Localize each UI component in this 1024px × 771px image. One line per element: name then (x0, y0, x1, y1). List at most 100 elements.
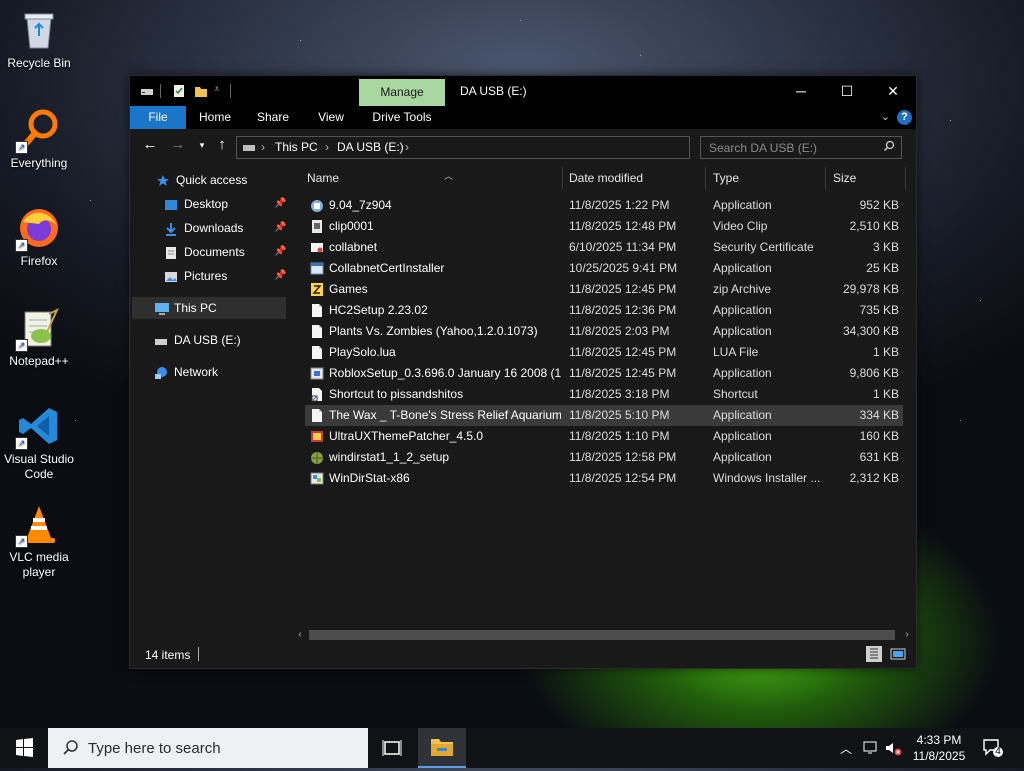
nav-pictures[interactable]: Pictures 📌 (164, 265, 290, 287)
file-row[interactable]: RobloxSetup_0.3.696.0 January 16 2008 (1… (305, 363, 903, 384)
file-name: The Wax _ T-Bone's Stress Relief Aquariu… (329, 408, 561, 422)
taskbar-search-placeholder: Type here to search (88, 740, 221, 757)
breadcrumb-chevron-icon: › (405, 140, 409, 154)
column-header-date[interactable]: Date modified (569, 163, 701, 193)
tab-manage[interactable]: Manage (359, 79, 445, 106)
desktop-icon-everything[interactable]: ↗ Everything (0, 108, 78, 171)
blank-file-icon (310, 345, 324, 360)
taskbar-search-box[interactable]: Type here to search (48, 728, 368, 768)
file-row[interactable]: Games 11/8/2025 12:45 PM zip Archive 29,978… (305, 279, 903, 300)
breadcrumb-drive[interactable]: DA USB (E:) (337, 140, 404, 154)
document-icon (164, 245, 178, 259)
desktop-icon-vlc[interactable]: ↗ VLC media player (0, 502, 78, 580)
close-button[interactable]: ✕ (870, 76, 916, 106)
desktop-icon-label: Visual Studio Code (4, 452, 74, 481)
title-bar[interactable]: ⩡ Manage DA USB (E:) ─ ☐ ✕ (130, 76, 916, 106)
volume-muted-icon[interactable] (884, 739, 902, 760)
maximize-button[interactable]: ☐ (824, 76, 870, 106)
file-size: 160 KB (859, 429, 899, 443)
shortcut-arrow-icon: ↗ (15, 437, 28, 450)
file-name: clip0001 (329, 219, 374, 233)
properties-icon[interactable] (172, 84, 186, 98)
file-row[interactable]: Plants Vs. Zombies (Yahoo,1.2.0.1073) 11/… (305, 321, 903, 342)
horizontal-scrollbar[interactable]: ‹ › (291, 628, 916, 642)
file-date: 11/8/2025 2:03 PM (569, 324, 670, 338)
file-size: 2,510 KB (849, 219, 899, 233)
column-divider[interactable] (562, 167, 563, 189)
system-clock[interactable]: 4:33 PM 11/8/2025 (905, 732, 973, 764)
tab-drive-tools[interactable]: Drive Tools (362, 106, 442, 129)
column-header-type[interactable]: Type (713, 163, 823, 193)
window-title: DA USB (E:) (460, 84, 527, 98)
new-folder-icon[interactable] (194, 84, 208, 98)
tab-share[interactable]: Share (250, 106, 296, 129)
nav-label: Downloads (184, 221, 244, 235)
large-icons-view-icon[interactable] (890, 646, 906, 662)
file-row[interactable]: collabnet 6/10/2025 11:34 PM Security Cert… (305, 237, 903, 258)
taskbar-file-explorer[interactable] (418, 728, 466, 768)
column-divider[interactable] (825, 167, 826, 189)
scroll-left-arrow-icon[interactable]: ‹ (293, 628, 307, 642)
tab-home[interactable]: Home (192, 106, 238, 129)
desktop-icon-label: VLC media player (9, 550, 69, 579)
forward-arrow-icon[interactable]: → (170, 137, 186, 153)
scrollbar-thumb[interactable] (309, 630, 895, 640)
show-hidden-icons-chevron-icon[interactable]: ︿ (840, 740, 852, 757)
task-view-button[interactable] (368, 728, 416, 768)
file-row[interactable]: Shortcut to pissandshitos 11/8/2025 3:18 … (305, 384, 903, 405)
up-arrow-icon[interactable]: ↑ (214, 137, 230, 153)
network-status-icon[interactable] (862, 739, 880, 760)
breadcrumb-chevron-icon: › (261, 140, 265, 154)
file-row[interactable]: windirstat1_1_2_setup 11/8/2025 12:58 PM A… (305, 447, 903, 468)
back-arrow-icon[interactable]: ← (142, 137, 158, 153)
recent-locations-chevron-icon[interactable]: ▾ (194, 137, 210, 153)
file-type: Application (713, 450, 772, 464)
desktop-icon-recycle-bin[interactable]: Recycle Bin (0, 8, 78, 71)
breadcrumb-this-pc[interactable]: This PC (275, 140, 318, 154)
file-row[interactable]: HC2Setup 2.23.02 11/8/2025 12:36 PM Applic… (305, 300, 903, 321)
file-row[interactable]: WinDirStat-x86 11/8/2025 12:54 PM Windows … (305, 468, 903, 489)
file-type: Video Clip (713, 219, 768, 233)
notepadpp-icon: ↗ (15, 306, 61, 352)
file-row[interactable]: The Wax _ T-Bone's Stress Relief Aquariu… (305, 405, 903, 426)
nav-documents[interactable]: Documents 📌 (164, 241, 290, 263)
file-size: 334 KB (859, 408, 899, 422)
column-divider[interactable] (705, 167, 706, 189)
pin-icon[interactable]: 📌 (274, 193, 286, 215)
column-header-name[interactable]: Name ︿ (307, 163, 562, 193)
file-row[interactable]: UltraUXThemePatcher_4.5.0 11/8/2025 1:10 … (305, 426, 903, 447)
certificate-icon (310, 240, 324, 255)
file-name: CollabnetCertInstaller (329, 261, 445, 275)
file-row[interactable]: clip0001 11/8/2025 12:48 PM Video Clip 2,51… (305, 216, 903, 237)
clock-time: 4:33 PM (916, 733, 962, 747)
pin-icon[interactable]: 📌 (274, 217, 286, 239)
file-name: collabnet (329, 240, 378, 254)
column-divider[interactable] (905, 167, 906, 189)
expand-ribbon-chevron-icon[interactable]: ⌄ (881, 110, 890, 123)
nav-desktop[interactable]: Desktop 📌 (164, 193, 290, 215)
search-box[interactable]: Search DA USB (E:) (700, 136, 902, 159)
start-button[interactable] (0, 728, 48, 768)
desktop-icon-firefox[interactable]: ↗ Firefox (0, 206, 78, 269)
search-icon (62, 739, 80, 760)
taskbar: Type here to search ︿ 4:33 PM 11/8/2025 … (0, 728, 1024, 768)
details-view-icon[interactable] (866, 646, 882, 662)
column-header-size[interactable]: Size (833, 163, 903, 193)
tab-file[interactable]: File (130, 106, 186, 129)
minimize-button[interactable]: ─ (778, 76, 824, 106)
customize-quick-access-icon[interactable]: ⩡ (214, 84, 220, 98)
pin-icon[interactable]: 📌 (274, 241, 286, 263)
desktop-icon-notepadpp[interactable]: ↗ Notepad++ (0, 306, 78, 369)
pin-icon[interactable]: 📌 (274, 265, 286, 287)
help-icon[interactable]: ? (897, 110, 912, 125)
scroll-right-arrow-icon[interactable]: › (900, 628, 914, 642)
notification-center-icon[interactable]: 4 (982, 738, 1004, 761)
file-type: Application (713, 408, 772, 422)
tab-view[interactable]: View (308, 106, 354, 129)
desktop-icon-vscode[interactable]: ↗ Visual Studio Code (0, 404, 78, 482)
file-row[interactable]: CollabnetCertInstaller 10/25/2025 9:41 PM… (305, 258, 903, 279)
nav-downloads[interactable]: Downloads 📌 (164, 217, 290, 239)
file-row[interactable]: 9.04_7z904 11/8/2025 1:22 PM Application 95… (305, 195, 903, 216)
address-bar[interactable]: › This PC › DA USB (E:) › ⌄ ↻ (236, 136, 792, 159)
file-row[interactable]: PlaySolo.lua 11/8/2025 12:45 PM LUA File 1 … (305, 342, 903, 363)
